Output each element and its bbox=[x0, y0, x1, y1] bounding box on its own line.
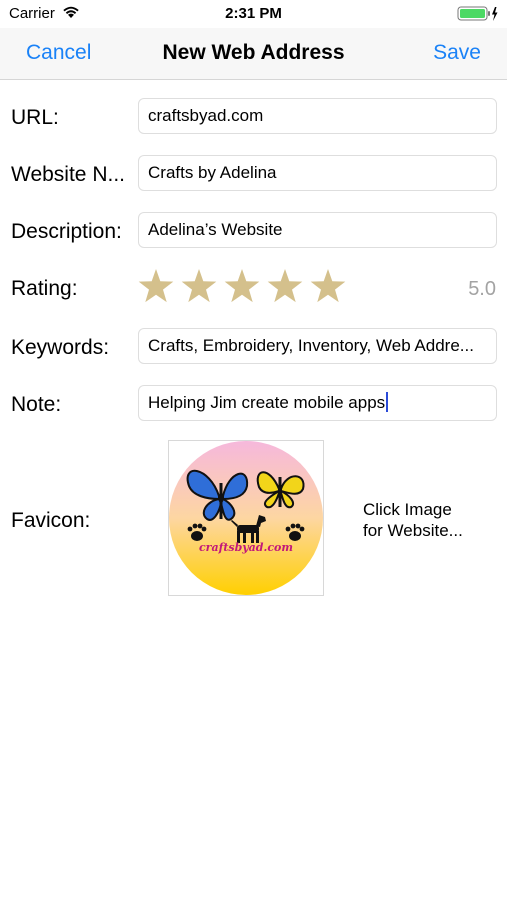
save-button[interactable]: Save bbox=[433, 41, 481, 65]
favicon-logo-text: craftsbyad.com bbox=[199, 541, 293, 554]
rating-value: 5.0 bbox=[468, 278, 496, 300]
star-icon[interactable] bbox=[223, 268, 261, 304]
rating-label: Rating: bbox=[11, 277, 78, 300]
star-icon[interactable] bbox=[180, 268, 218, 304]
url-label: URL: bbox=[11, 106, 59, 129]
rating-row: Rating: 5.0 bbox=[0, 268, 507, 308]
note-label: Note: bbox=[11, 393, 62, 416]
favicon-image-button[interactable]: craftsbyad.com bbox=[168, 440, 324, 596]
favicon-hint: Click Image for Website... bbox=[363, 499, 493, 541]
navigation-bar: Cancel New Web Address Save bbox=[0, 28, 507, 80]
clock: 2:31 PM bbox=[225, 5, 282, 22]
star-icon[interactable] bbox=[309, 268, 347, 304]
note-text: Helping Jim create mobile apps bbox=[148, 393, 386, 412]
status-bar: Carrier 2:31 PM bbox=[0, 0, 507, 28]
note-field[interactable]: Helping Jim create mobile apps bbox=[138, 385, 497, 421]
page-title: New Web Address bbox=[162, 41, 345, 64]
website-name-field[interactable]: Crafts by Adelina bbox=[138, 155, 497, 191]
description-label: Description: bbox=[11, 220, 122, 243]
battery-charging-icon bbox=[457, 6, 498, 21]
keywords-label: Keywords: bbox=[11, 336, 110, 359]
description-field[interactable]: Adelina’s Website bbox=[138, 212, 497, 248]
star-icon[interactable] bbox=[137, 268, 175, 304]
favicon-image[interactable]: craftsbyad.com bbox=[169, 441, 323, 595]
favicon-hint-line2: for Website... bbox=[363, 521, 463, 540]
keywords-field[interactable]: Crafts, Embroidery, Inventory, Web Addre… bbox=[138, 328, 497, 364]
website-name-label: Website N... bbox=[11, 163, 125, 186]
text-cursor bbox=[386, 392, 389, 412]
star-icon[interactable] bbox=[266, 268, 304, 304]
favicon-label: Favicon: bbox=[11, 509, 91, 532]
favicon-hint-line1: Click Image bbox=[363, 500, 452, 519]
url-field[interactable]: craftsbyad.com bbox=[138, 98, 497, 134]
